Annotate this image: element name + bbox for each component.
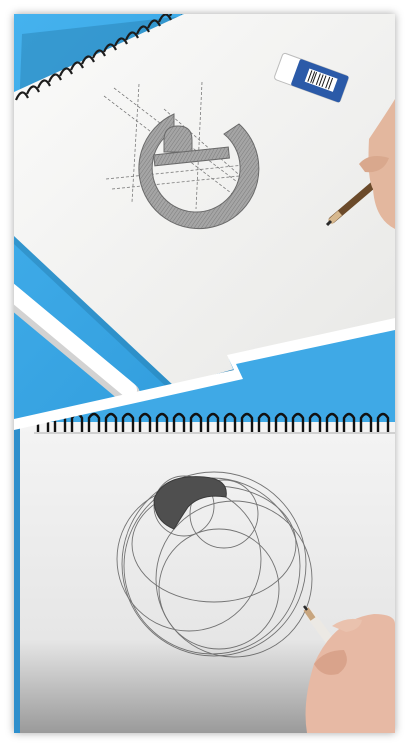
bottom-hand-with-pencil xyxy=(303,605,395,733)
collage-image xyxy=(14,14,395,733)
collage-frame xyxy=(14,14,395,733)
